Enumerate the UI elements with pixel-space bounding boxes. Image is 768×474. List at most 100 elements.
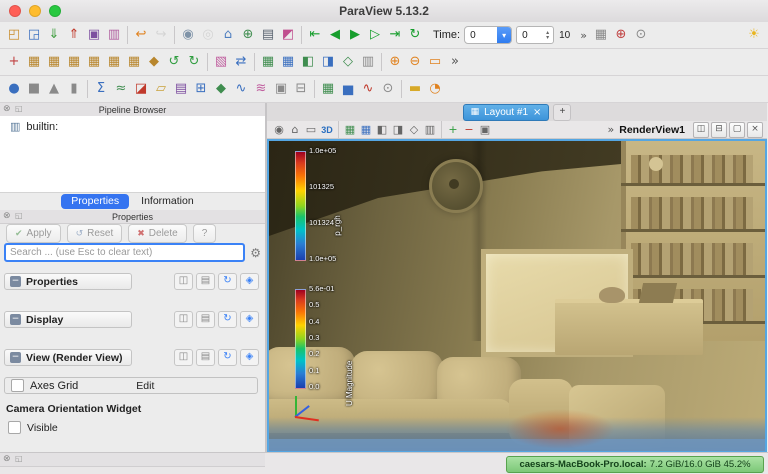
set-view-minus-z-icon[interactable]: ▦ bbox=[124, 51, 144, 73]
threshold-filter-icon[interactable]: ▤ bbox=[171, 78, 191, 100]
frame-spinbox[interactable]: 0 ▴ ▾ bbox=[516, 26, 555, 44]
sphere-source-icon[interactable]: ● bbox=[4, 78, 24, 100]
previous-frame-icon[interactable]: ◀ bbox=[325, 24, 345, 46]
colorbar-u-magnitude[interactable]: 5.6e-01 0.5 0.4 0.3 0.2 0.1 0.0 U Magnit… bbox=[295, 285, 375, 406]
show-data-axes-grid-icon[interactable]: ▦ bbox=[591, 24, 611, 46]
zoom-out-icon[interactable]: ⊖ bbox=[405, 51, 425, 73]
rescale-color-range-icon[interactable]: ⇄ bbox=[231, 51, 251, 73]
isometric-view-icon[interactable]: ◆ bbox=[144, 51, 164, 73]
section-view[interactable]: − View (Render View) bbox=[4, 349, 132, 366]
select-points-through-icon[interactable]: ◨ bbox=[390, 122, 406, 138]
capture-screenshot-icon[interactable]: ▤ bbox=[258, 24, 278, 46]
loop-icon[interactable]: ↻ bbox=[405, 24, 425, 46]
undock-panel-icon[interactable]: ◱ bbox=[15, 104, 23, 113]
help-button[interactable]: ? bbox=[192, 224, 217, 243]
undock-panel-icon[interactable]: ◱ bbox=[15, 454, 23, 463]
glyph-filter-icon[interactable]: ◆ bbox=[211, 78, 231, 100]
load-state-icon[interactable]: ⇓ bbox=[44, 24, 64, 46]
save-defaults-icon[interactable]: ◈ bbox=[240, 311, 259, 328]
pick-center-icon[interactable]: ⊙ bbox=[631, 24, 651, 46]
search-input[interactable] bbox=[4, 243, 246, 262]
view-name[interactable]: RenderView1 bbox=[619, 124, 685, 136]
paste-properties-icon[interactable]: ▤ bbox=[196, 311, 215, 328]
subtract-selection-icon[interactable]: − bbox=[461, 122, 477, 138]
rotate-90-ccw-icon[interactable]: ↺ bbox=[164, 51, 184, 73]
undo-icon[interactable]: ↩ bbox=[131, 24, 151, 46]
toolbar-overflow-icon[interactable]: » bbox=[445, 51, 465, 73]
interactive-select-cells-icon[interactable]: ◇ bbox=[406, 122, 422, 138]
zoom-to-data-icon[interactable]: ⊕ bbox=[238, 24, 258, 46]
cylinder-source-icon[interactable]: ▮ bbox=[64, 78, 84, 100]
overflow-chevron-icon[interactable]: » bbox=[580, 29, 587, 42]
select-cells-through-icon[interactable]: ◧ bbox=[374, 122, 390, 138]
undock-panel-icon[interactable]: ◱ bbox=[15, 211, 23, 220]
detach-view-icon[interactable]: ▢ bbox=[729, 121, 745, 138]
calculator-filter-icon[interactable]: Σ bbox=[91, 78, 111, 100]
paste-properties-icon[interactable]: ▤ bbox=[196, 349, 215, 366]
group-datasets-filter-icon[interactable]: ▣ bbox=[271, 78, 291, 100]
section-display[interactable]: − Display bbox=[4, 311, 132, 328]
cone-source-icon[interactable]: ▲ bbox=[44, 78, 64, 100]
combo-arrow-icon[interactable]: ▾ bbox=[497, 27, 512, 43]
collapse-icon[interactable]: − bbox=[10, 352, 21, 363]
close-panel-icon[interactable]: ⊗ bbox=[3, 211, 11, 221]
cube-source-icon[interactable]: ■ bbox=[24, 78, 44, 100]
extract-block-filter-icon[interactable]: ⊟ bbox=[291, 78, 311, 100]
warp-by-vector-filter-icon[interactable]: ≋ bbox=[251, 78, 271, 100]
gear-icon[interactable]: ⚙ bbox=[250, 246, 261, 260]
split-vertical-icon[interactable]: ⊟ bbox=[711, 121, 727, 138]
show-center-of-rotation-icon[interactable]: ⊕ bbox=[611, 24, 631, 46]
select-polygon-cells-icon[interactable]: ◇ bbox=[338, 51, 358, 73]
close-window-button[interactable] bbox=[9, 5, 21, 17]
save-state-icon[interactable]: ⇑ bbox=[64, 24, 84, 46]
probe-location-icon[interactable]: ⊙ bbox=[378, 78, 398, 100]
add-layout-button[interactable]: + bbox=[553, 103, 572, 121]
next-frame-icon[interactable]: ▷ bbox=[365, 24, 385, 46]
open-file-icon[interactable]: ◰ bbox=[4, 24, 24, 46]
render-view[interactable]: 1.0e+05 101325 101324 1.0e+05 p_rgh 5.6e… bbox=[267, 139, 767, 453]
color-map-editor-icon[interactable]: ◩ bbox=[278, 24, 298, 46]
plot-over-line-icon[interactable]: ∿ bbox=[358, 78, 378, 100]
reset-view-icon[interactable]: ⌂ bbox=[287, 122, 303, 138]
tab-information[interactable]: Information bbox=[131, 194, 204, 209]
histogram-view-icon[interactable]: ▅ bbox=[338, 78, 358, 100]
set-view-plus-z-icon[interactable]: ▦ bbox=[104, 51, 124, 73]
restore-defaults-icon[interactable]: ↻ bbox=[218, 349, 237, 366]
toggle-selection-icon[interactable]: ▣ bbox=[477, 122, 493, 138]
extract-subset-filter-icon[interactable]: ⊞ bbox=[191, 78, 211, 100]
stream-tracer-filter-icon[interactable]: ∿ bbox=[231, 78, 251, 100]
select-surface-cells-icon[interactable]: ▦ bbox=[258, 51, 278, 73]
set-view-minus-y-icon[interactable]: ▦ bbox=[84, 51, 104, 73]
adjust-camera-icon[interactable]: ◉ bbox=[271, 122, 287, 138]
reset-button[interactable]: ↺ Reset bbox=[66, 224, 123, 243]
zoom-view-to-box-icon[interactable]: ▭ bbox=[303, 122, 319, 138]
first-frame-icon[interactable]: ⇤ bbox=[305, 24, 325, 46]
collapse-icon[interactable]: − bbox=[10, 314, 21, 325]
section-properties[interactable]: − Properties bbox=[4, 273, 132, 290]
save-animation-icon[interactable]: ▥ bbox=[104, 24, 124, 46]
zoom-window-button[interactable] bbox=[49, 5, 61, 17]
close-panel-icon[interactable]: ⊗ bbox=[3, 454, 11, 464]
slice-filter-icon[interactable]: ▱ bbox=[151, 78, 171, 100]
pipeline-tree[interactable]: ▥ builtin: bbox=[0, 116, 265, 193]
close-view-icon[interactable]: × bbox=[747, 121, 763, 138]
redo-icon[interactable]: ↪ bbox=[151, 24, 171, 46]
set-view-plus-y-icon[interactable]: ▦ bbox=[64, 51, 84, 73]
copy-properties-icon[interactable]: ◫ bbox=[174, 273, 193, 290]
save-defaults-icon[interactable]: ◈ bbox=[240, 349, 259, 366]
zoom-to-box-icon[interactable]: ▭ bbox=[425, 51, 445, 73]
select-cells-on-icon[interactable]: ▦ bbox=[342, 122, 358, 138]
save-data-icon[interactable]: ◲ bbox=[24, 24, 44, 46]
pipeline-item-builtin[interactable]: ▥ builtin: bbox=[0, 116, 265, 133]
tab-properties[interactable]: Properties bbox=[61, 194, 130, 209]
save-defaults-icon[interactable]: ◈ bbox=[240, 273, 259, 290]
clip-filter-icon[interactable]: ◪ bbox=[131, 78, 151, 100]
spreadsheet-view-icon[interactable]: ▦ bbox=[318, 78, 338, 100]
close-tab-icon[interactable]: × bbox=[533, 107, 541, 118]
edit-color-map-icon[interactable]: ▧ bbox=[211, 51, 231, 73]
select-points-on-icon[interactable]: ▦ bbox=[358, 122, 374, 138]
close-panel-icon[interactable]: ⊗ bbox=[3, 104, 11, 114]
camera-undo-icon[interactable]: ◉ bbox=[178, 24, 198, 46]
camera-redo-icon[interactable]: ◎ bbox=[198, 24, 218, 46]
select-surface-points-icon[interactable]: ▦ bbox=[278, 51, 298, 73]
